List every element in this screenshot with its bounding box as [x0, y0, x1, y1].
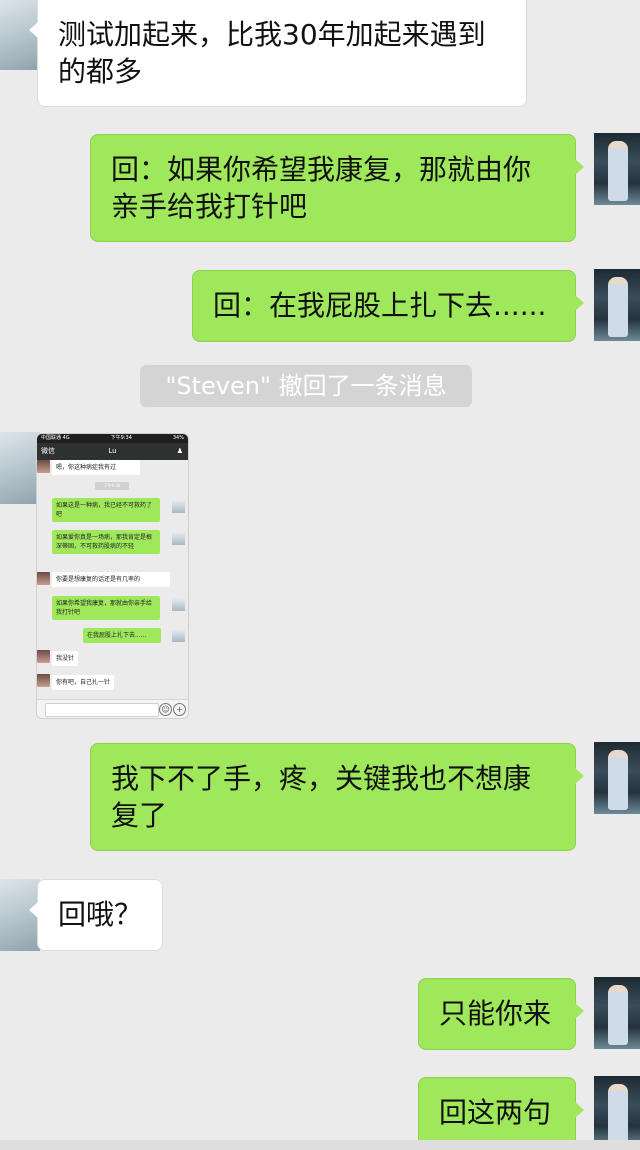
battery-label: 34%	[172, 435, 184, 441]
mini-avatar-contact	[37, 650, 50, 663]
mini-avatar-self	[172, 500, 185, 513]
message-text: 回哦？	[58, 898, 143, 931]
my-avatar[interactable]	[594, 1076, 640, 1148]
back-label: 微信	[41, 447, 55, 455]
mini-bubble-incoming: 你有吧，自己扎一针	[52, 675, 115, 690]
mini-avatar-self	[172, 532, 185, 545]
recall-notice: "Steven" 撤回了一条消息	[140, 365, 472, 407]
message-text: 回：如果你希望我康复，那就由你亲手给我打针吧	[111, 153, 532, 223]
message-bubble-incoming[interactable]: 测试加起来，比我30年加起来遇到的都多	[29, 0, 527, 107]
mini-avatar-self	[172, 629, 185, 642]
message-bubble-outgoing[interactable]: 我下不了手，疼，关键我也不想康复了	[90, 743, 584, 851]
mini-input-field	[45, 703, 159, 717]
contact-avatar[interactable]	[0, 432, 40, 504]
my-avatar[interactable]	[594, 977, 640, 1049]
emoji-icon: ☺	[159, 703, 172, 716]
message-text: 回：在我屁股上扎下去......	[213, 289, 547, 322]
mini-bubble-outgoing: 如果爱你真是一场病，那我肯定是根深蒂固，不可救药股病的不轻	[52, 530, 160, 554]
my-avatar[interactable]	[594, 742, 640, 814]
message-bubble-outgoing[interactable]: 回这两句	[418, 1077, 584, 1149]
bottom-edge	[0, 1140, 640, 1150]
mini-avatar-contact	[37, 460, 50, 473]
mini-bubble-outgoing: 在我屁股上扎下去......	[83, 628, 161, 643]
my-avatar[interactable]	[594, 269, 640, 341]
my-avatar[interactable]	[594, 133, 640, 205]
message-bubble-outgoing[interactable]: 回：在我屁股上扎下去......	[192, 270, 584, 342]
mini-avatar-self	[172, 598, 185, 611]
person-icon: ♟	[176, 447, 183, 455]
message-text: 我下不了手，疼，关键我也不想康复了	[111, 762, 532, 832]
carrier-label: 中国联通 4G	[41, 435, 70, 441]
message-text: 只能你来	[439, 997, 552, 1030]
message-text: 回这两句	[439, 1096, 552, 1129]
message-bubble-incoming[interactable]: 回哦？	[29, 879, 163, 951]
mini-bubble-incoming: 嗯，你这种病症我有过	[52, 460, 140, 475]
message-bubble-outgoing[interactable]: 只能你来	[418, 978, 584, 1050]
message-bubble-outgoing[interactable]: 回：如果你希望我康复，那就由你亲手给我打针吧	[90, 134, 584, 242]
mini-bubble-incoming: 你要是想康复的话还是有几率的	[52, 572, 170, 587]
image-message-screenshot[interactable]: 中国联通 4G 下午9:34 34% 微信 Lu ♟ 嗯，你这种病症我有过 下午…	[36, 433, 189, 719]
message-text: 测试加起来，比我30年加起来遇到的都多	[58, 18, 486, 88]
mini-bubble-incoming: 我没针	[52, 651, 79, 666]
mini-bubble-outgoing: 如果你希望我康复，那就由你亲手给我打针吧	[52, 596, 160, 620]
mini-input-bar: ☺ +	[37, 699, 188, 718]
mini-avatar-contact	[37, 572, 50, 585]
plus-icon: +	[173, 703, 186, 716]
chat-nav-bar: 微信 Lu ♟	[37, 443, 188, 460]
mini-avatar-contact	[37, 674, 50, 687]
contact-name: Lu	[108, 447, 117, 455]
mini-timestamp: 下午9:36	[95, 482, 129, 490]
clock-label: 下午9:34	[110, 435, 132, 441]
mini-bubble-outgoing: 如果这是一种病，我已经不可救药了吧	[52, 498, 160, 522]
status-bar: 中国联通 4G 下午9:34 34%	[37, 434, 188, 443]
